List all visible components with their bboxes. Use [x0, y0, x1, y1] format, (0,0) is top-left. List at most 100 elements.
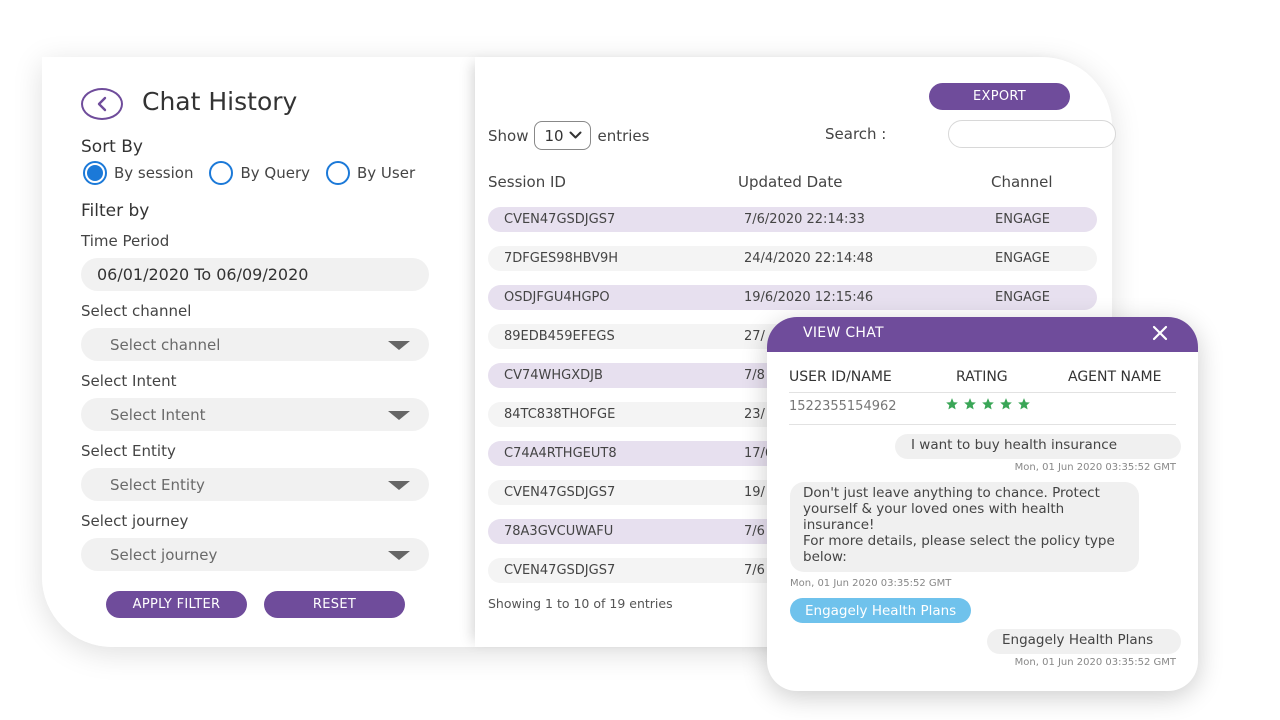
session-id-cell: 89EDB459EFEGS — [504, 329, 615, 344]
divider — [789, 424, 1176, 425]
message-timestamp: Mon, 01 Jun 2020 03:35:52 GMT — [1014, 657, 1176, 668]
updated-date-cell: 23/ — [744, 407, 765, 422]
reset-button[interactable]: RESET — [264, 591, 405, 618]
star-icon — [964, 398, 976, 410]
export-button[interactable]: EXPORT — [929, 83, 1070, 110]
sort-by-user-radio[interactable]: By User — [326, 161, 415, 185]
close-button[interactable] — [1150, 323, 1170, 343]
message-timestamp: Mon, 01 Jun 2020 03:35:52 GMT — [1014, 462, 1176, 473]
time-period-value: 06/01/2020 To 06/09/2020 — [97, 265, 309, 284]
chat-title: VIEW CHAT — [803, 325, 884, 341]
updated-date-cell: 7/6 — [744, 524, 765, 539]
star-icon — [1018, 398, 1030, 410]
sort-options: By session By Query By User — [83, 161, 415, 185]
radio-label: By session — [114, 164, 194, 182]
session-id-cell: CVEN47GSDJGS7 — [504, 212, 616, 227]
chat-header: VIEW CHAT — [767, 317, 1198, 352]
channel-cell: ENGAGE — [995, 290, 1050, 305]
table-row[interactable]: CVEN47GSDJGS7 7/6/2020 22:14:33 ENGAGE — [488, 207, 1097, 232]
session-id-cell: 78A3GVCUWAFU — [504, 524, 614, 539]
star-icon — [982, 398, 994, 410]
column-header-session-id: Session ID — [488, 173, 566, 191]
journey-label: Select journey — [81, 512, 189, 530]
entity-select[interactable]: Select Entity — [81, 468, 429, 501]
rating-stars — [945, 397, 1031, 411]
channel-cell: ENGAGE — [995, 251, 1050, 266]
updated-date-cell: 19/6/2020 12:15:46 — [744, 290, 874, 305]
updated-date-cell: 27/ — [744, 329, 765, 344]
user-message-bubble: I want to buy health insurance — [895, 434, 1181, 459]
view-chat-popup: VIEW CHAT USER ID/NAME RATING AGENT NAME… — [767, 317, 1198, 691]
message-text: I want to buy health insurance — [911, 437, 1118, 453]
column-header-updated-date: Updated Date — [738, 173, 843, 191]
page-size-control: Show 10 entries — [488, 121, 649, 150]
entity-select-value: Select Entity — [110, 475, 205, 494]
channel-select-value: Select channel — [110, 335, 221, 354]
apply-filter-button[interactable]: APPLY FILTER — [106, 591, 247, 618]
star-icon — [946, 398, 958, 410]
radio-label: By Query — [240, 164, 310, 182]
bot-message-bubble: Don't just leave anything to chance. Pro… — [790, 482, 1139, 572]
radio-unchecked-icon — [209, 161, 234, 185]
rating-header: RATING — [956, 369, 1008, 385]
message-timestamp: Mon, 01 Jun 2020 03:35:52 GMT — [790, 578, 952, 589]
session-id-cell: 84TC838THOFGE — [504, 407, 616, 422]
time-period-label: Time Period — [81, 232, 170, 250]
page-size-value: 10 — [544, 126, 564, 145]
table-info: Showing 1 to 10 of 19 entries — [488, 596, 673, 611]
channel-cell: ENGAGE — [995, 212, 1050, 227]
radio-label: By User — [357, 164, 416, 182]
session-id-cell: CV74WHGXDJB — [504, 368, 603, 383]
close-icon — [1152, 325, 1168, 341]
time-period-field[interactable]: 06/01/2020 To 06/09/2020 — [81, 258, 429, 291]
divider — [789, 392, 1176, 393]
back-button[interactable] — [81, 88, 123, 120]
updated-date-cell: 7/8 — [744, 368, 765, 383]
channel-select[interactable]: Select channel — [81, 328, 429, 361]
session-id-cell: 7DFGES98HBV9H — [504, 251, 619, 266]
sort-by-query-radio[interactable]: By Query — [209, 161, 310, 185]
caret-down-icon — [388, 551, 410, 560]
page-title: Chat History — [142, 87, 298, 116]
session-id-cell: CVEN47GSDJGS7 — [504, 563, 616, 578]
intent-select-value: Select Intent — [110, 405, 206, 424]
chevron-left-icon — [97, 96, 107, 112]
updated-date-cell: 7/6/2020 22:14:33 — [744, 212, 865, 227]
filter-panel: Chat History Sort By By session By Query… — [42, 57, 475, 647]
updated-date-cell: 7/6 — [744, 563, 765, 578]
intent-label: Select Intent — [81, 372, 177, 390]
intent-select[interactable]: Select Intent — [81, 398, 429, 431]
radio-checked-icon — [83, 161, 107, 185]
user-id-header: USER ID/NAME — [789, 369, 892, 385]
star-icon — [1000, 398, 1012, 410]
updated-date-cell: 19/ — [744, 485, 765, 500]
table-row[interactable]: OSDJFGU4HGPO 19/6/2020 12:15:46 ENGAGE — [488, 285, 1097, 310]
entity-label: Select Entity — [81, 442, 176, 460]
user-message-bubble: Engagely Health Plans — [987, 629, 1181, 654]
user-id-value: 1522355154962 — [789, 399, 897, 414]
message-text: Engagely Health Plans — [1002, 632, 1154, 648]
session-id-cell: C74A4RTHGEUT8 — [504, 446, 617, 461]
search-input[interactable] — [948, 120, 1116, 148]
show-label: Show — [488, 126, 529, 145]
entries-label: entries — [597, 126, 650, 145]
caret-down-icon — [388, 341, 410, 350]
caret-down-icon — [388, 481, 410, 490]
journey-select[interactable]: Select journey — [81, 538, 429, 571]
channel-label: Select channel — [81, 302, 192, 320]
session-id-cell: CVEN47GSDJGS7 — [504, 485, 616, 500]
agent-name-header: AGENT NAME — [1068, 369, 1162, 385]
chevron-down-icon — [569, 131, 582, 139]
updated-date-cell: 24/4/2020 22:14:48 — [744, 251, 874, 266]
page-size-select[interactable]: 10 — [534, 121, 592, 150]
filter-by-label: Filter by — [81, 201, 150, 221]
engagely-health-plans-option[interactable]: Engagely Health Plans — [790, 598, 972, 623]
sort-by-label: Sort By — [81, 137, 143, 157]
column-header-channel: Channel — [991, 173, 1053, 191]
sort-by-session-radio[interactable]: By session — [83, 161, 193, 185]
caret-down-icon — [388, 411, 410, 420]
radio-unchecked-icon — [326, 161, 350, 185]
search-label: Search : — [825, 125, 887, 143]
session-id-cell: OSDJFGU4HGPO — [504, 290, 610, 305]
table-row[interactable]: 7DFGES98HBV9H 24/4/2020 22:14:48 ENGAGE — [488, 246, 1097, 271]
